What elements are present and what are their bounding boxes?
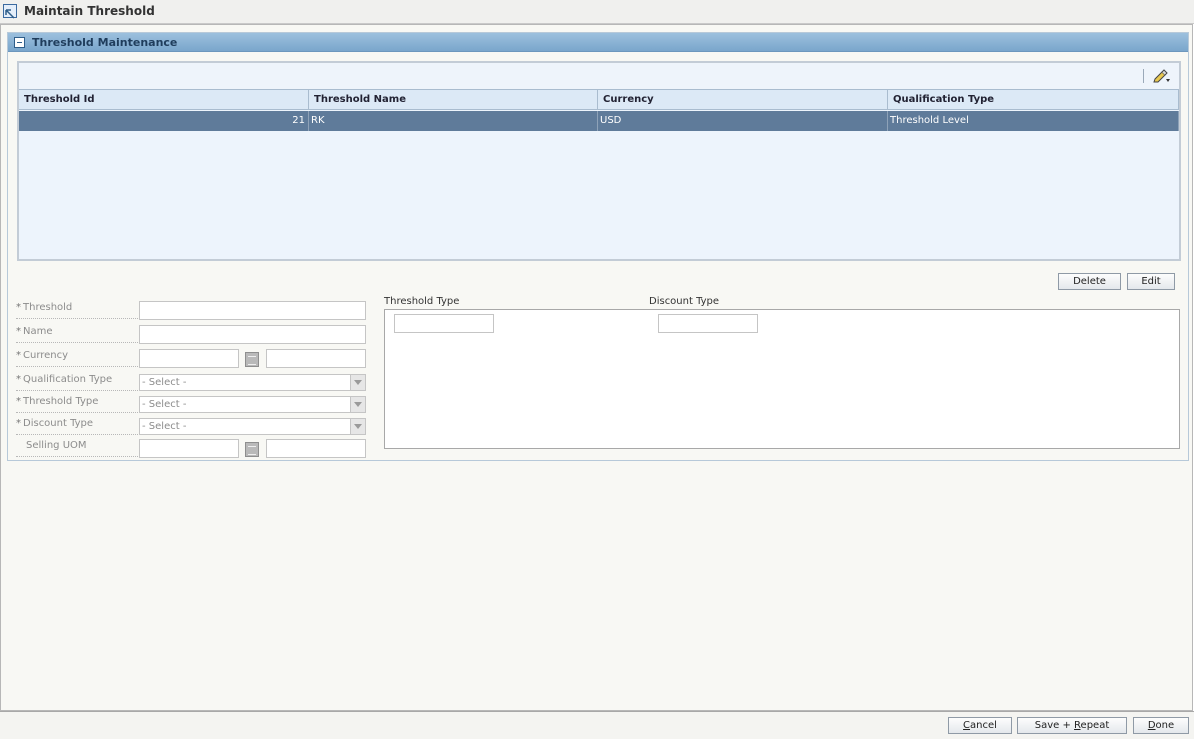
required-mark: * (16, 350, 21, 361)
discount-type-label: * Discount Type (16, 416, 140, 435)
currency-description-input[interactable] (266, 349, 366, 368)
cancel-button[interactable]: Cancel (948, 717, 1012, 734)
discount-type-selected: - Select - (142, 421, 187, 432)
qualification-type-label: * Qualification Type (16, 372, 140, 391)
lookup-icon[interactable] (245, 442, 259, 457)
toolbar-separator (1143, 69, 1144, 83)
selling-uom-label: Selling UOM (16, 438, 140, 457)
discount-type-heading: Discount Type (649, 296, 720, 307)
column-header-threshold-name[interactable]: Threshold Name (309, 90, 598, 109)
threshold-label: * Threshold (16, 300, 140, 319)
arrow-icon[interactable] (3, 4, 17, 19)
cell-threshold-id: 21 (19, 111, 309, 131)
threshold-type-select[interactable]: - Select - (139, 396, 366, 413)
done-button[interactable]: Done (1133, 717, 1189, 734)
save-repeat-prefix: Save + (1034, 720, 1075, 731)
threshold-detail-panel (384, 309, 1180, 449)
done-mnemonic: D (1147, 720, 1156, 731)
currency-label: * Currency (16, 348, 140, 367)
threshold-input[interactable] (139, 301, 366, 320)
chevron-down-icon[interactable] (350, 419, 365, 434)
threshold-maintenance-section: Threshold Maintenance Threshold Id Thres… (7, 32, 1189, 461)
name-label-text: Name (23, 326, 53, 337)
threshold-label-text: Threshold (23, 302, 73, 313)
footer-bar: Cancel Save + Repeat Done (0, 711, 1194, 739)
window-title: Maintain Threshold (24, 4, 155, 18)
cancel-suffix: ancel (970, 720, 997, 731)
chevron-down-icon[interactable] (350, 397, 365, 412)
column-header-threshold-id[interactable]: Threshold Id (19, 90, 309, 109)
discount-type-select[interactable]: - Select - (139, 418, 366, 435)
required-mark: * (16, 302, 21, 313)
section-title: Threshold Maintenance (32, 36, 178, 49)
save-repeat-button[interactable]: Save + Repeat (1017, 717, 1127, 734)
cell-qualification-type: Threshold Level (888, 111, 1179, 131)
threshold-type-heading: Threshold Type (384, 296, 460, 307)
edit-button[interactable]: Edit (1127, 273, 1175, 290)
name-label: * Name (16, 324, 140, 343)
window-title-bar: Maintain Threshold (0, 0, 1194, 24)
done-suffix: one (1155, 720, 1175, 731)
currency-code-input[interactable] (139, 349, 239, 368)
delete-button[interactable]: Delete (1058, 273, 1121, 290)
save-repeat-suffix: epeat (1080, 720, 1110, 731)
discount-type-value[interactable] (658, 314, 758, 333)
page-content: Threshold Maintenance Threshold Id Thres… (0, 24, 1193, 711)
threshold-type-label-text: Threshold Type (23, 396, 99, 407)
section-header: Threshold Maintenance (8, 33, 1188, 52)
collapse-icon[interactable] (14, 37, 25, 48)
selling-uom-label-text: Selling UOM (26, 440, 87, 451)
column-header-qualification-type[interactable]: Qualification Type (888, 90, 1179, 109)
table-toolbar (19, 63, 1179, 89)
chevron-down-icon[interactable] (350, 375, 365, 390)
threshold-type-label: * Threshold Type (16, 394, 140, 413)
required-mark: * (16, 396, 21, 407)
threshold-type-value[interactable] (394, 314, 494, 333)
required-mark: * (16, 326, 21, 337)
required-mark: * (16, 374, 21, 385)
currency-label-text: Currency (23, 350, 69, 361)
name-input[interactable] (139, 325, 366, 344)
qualification-type-select[interactable]: - Select - (139, 374, 366, 391)
qualification-type-selected: - Select - (142, 377, 187, 388)
column-header-currency[interactable]: Currency (598, 90, 888, 109)
qualification-type-label-text: Qualification Type (23, 374, 113, 385)
lookup-icon[interactable] (245, 352, 259, 367)
selling-uom-description-input[interactable] (266, 439, 366, 458)
discount-type-label-text: Discount Type (23, 418, 94, 429)
cell-currency: USD (598, 111, 888, 131)
threshold-table: Threshold Id Threshold Name Currency Qua… (17, 61, 1181, 261)
pencil-icon[interactable] (1152, 67, 1174, 85)
cell-threshold-name: RK (309, 111, 598, 131)
selling-uom-code-input[interactable] (139, 439, 239, 458)
threshold-type-selected: - Select - (142, 399, 187, 410)
required-mark: * (16, 418, 21, 429)
cancel-mnemonic: C (963, 720, 971, 731)
table-header: Threshold Id Threshold Name Currency Qua… (19, 89, 1179, 110)
table-row[interactable]: 21 RK USD Threshold Level (19, 111, 1179, 131)
